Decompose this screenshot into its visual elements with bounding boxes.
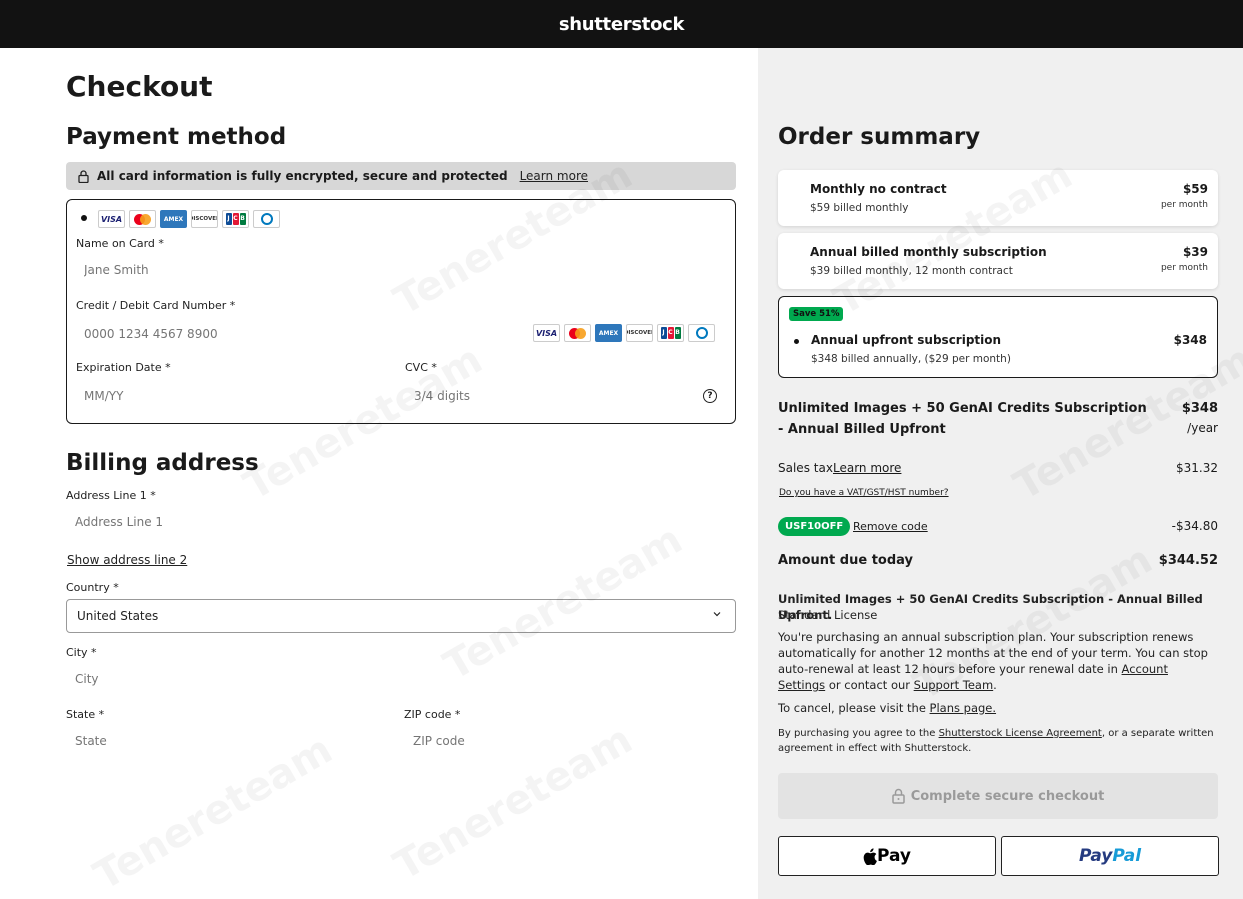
visa-icon: VISA (533, 324, 560, 342)
complete-checkout-button[interactable]: Complete secure checkout (778, 773, 1218, 819)
page-title: Checkout (66, 70, 213, 103)
diners-icon (688, 324, 715, 342)
plan-price: $348 (1173, 333, 1207, 347)
address-line-1-input[interactable] (75, 515, 475, 529)
shutterstock-logo[interactable]: shutterstock (559, 14, 685, 35)
apple-icon (863, 847, 877, 865)
cvc-help-icon[interactable]: ? (703, 389, 717, 403)
country-select[interactable]: United States (66, 599, 736, 633)
chevron-down-icon (713, 612, 721, 617)
plan-price-period: per month (1160, 200, 1208, 210)
support-team-link[interactable]: Support Team (914, 678, 994, 692)
contact-text: or contact our (828, 678, 910, 692)
diners-icon (253, 210, 280, 228)
billing-address-heading: Billing address (66, 450, 259, 476)
visa-icon: VISA (98, 210, 125, 228)
cancel-info: To cancel, please visit the Plans page. (778, 700, 1218, 716)
jcb-icon: JCB (222, 210, 249, 228)
order-summary-heading: Order summary (778, 124, 981, 150)
lock-icon (78, 169, 89, 183)
order-summary-panel: Order summary Monthly no contract $59 bi… (758, 48, 1243, 899)
sales-tax-value: $31.32 (1176, 461, 1218, 475)
coupon-code-badge: USF10OFF (778, 517, 851, 536)
plan-name: Annual billed monthly subscription (810, 245, 1047, 259)
zip-code-input[interactable] (413, 734, 663, 748)
cvc-input[interactable] (414, 389, 614, 403)
discover-icon: DISCOVER (191, 210, 218, 228)
plan-name: Annual upfront subscription (811, 333, 1002, 347)
discover-icon: DISCOVER (626, 324, 653, 342)
top-bar: shutterstock (0, 0, 1243, 48)
country-select-value: United States (77, 609, 159, 623)
security-notice: All card information is fully encrypted,… (66, 162, 736, 190)
sales-tax-label: Sales tax (778, 461, 833, 475)
plan-option-monthly[interactable]: Monthly no contract $59 billed monthly $… (778, 170, 1218, 226)
amex-icon: AMEX (160, 210, 187, 228)
checkout-panel: Checkout Payment method All card informa… (0, 48, 758, 899)
save-badge: Save 51% (789, 307, 844, 321)
product-name-line-1: Unlimited Images + 50 GenAI Credits Subs… (778, 401, 1147, 416)
plan-name: Monthly no contract (810, 182, 947, 196)
agreement-notice: By purchasing you agree to the Shutterst… (778, 726, 1218, 756)
jcb-icon: JCB (657, 324, 684, 342)
vat-number-link[interactable]: Do you have a VAT/GST/HST number? (779, 488, 949, 498)
expiration-date-label: Expiration Date * (76, 361, 171, 374)
apple-pay-label: Pay (876, 846, 912, 866)
terms-period: . (993, 678, 997, 692)
plan-option-annual-upfront[interactable]: Save 51% Annual upfront subscription $34… (778, 296, 1218, 378)
city-label: City * (66, 646, 97, 659)
show-address-line-2-link[interactable]: Show address line 2 (67, 553, 187, 567)
paypal-button[interactable]: PayPal (1001, 836, 1219, 876)
complete-checkout-label: Complete secure checkout (910, 788, 1105, 804)
mastercard-icon (129, 210, 156, 228)
cancel-text: To cancel, please visit the (778, 701, 926, 715)
plan-billing-detail: $59 billed monthly (810, 202, 909, 214)
plan-billing-detail: $39 billed monthly, 12 month contract (810, 265, 1013, 277)
state-input[interactable] (75, 734, 325, 748)
subscription-terms: You're purchasing an annual subscription… (778, 629, 1218, 693)
apple-pay-button[interactable]: Pay (778, 836, 996, 876)
state-label: State * (66, 708, 105, 721)
discount-value: -$34.80 (1171, 519, 1218, 533)
card-number-brand-logos: VISA AMEX DISCOVER JCB (533, 324, 715, 342)
plan-price: $39 (1182, 245, 1208, 259)
cvc-label: CVC * (405, 361, 437, 374)
card-payment-option[interactable]: VISA AMEX DISCOVER JCB Name on Card * Cr… (66, 199, 736, 424)
amount-due-label: Amount due today (778, 553, 913, 568)
license-agreement-link[interactable]: Shutterstock License Agreement (939, 728, 1102, 739)
card-radio-selected[interactable] (81, 215, 87, 221)
address-line-1-label: Address Line 1 * (66, 489, 156, 502)
city-input[interactable] (75, 672, 475, 686)
name-on-card-label: Name on Card * (76, 237, 164, 250)
plan-price: $59 (1182, 182, 1208, 196)
plan-option-annual-monthly[interactable]: Annual billed monthly subscription $39 b… (778, 233, 1218, 289)
plan-price-period: per month (1160, 263, 1208, 273)
security-notice-text: All card information is fully encrypted,… (97, 169, 508, 183)
remove-code-link[interactable]: Remove code (853, 520, 928, 533)
paypal-logo: PayPal (1078, 846, 1142, 866)
license-type: Standard License (778, 608, 878, 622)
card-brand-logos: VISA AMEX DISCOVER JCB (98, 210, 280, 228)
sales-tax-learn-more-link[interactable]: Learn more (833, 461, 901, 475)
plan-billing-detail: $348 billed annually, ($29 per month) (811, 353, 1011, 365)
plans-page-link[interactable]: Plans page. (930, 701, 997, 715)
product-price-period: /year (1187, 421, 1218, 435)
lock-icon (891, 788, 905, 804)
expiration-date-input[interactable] (84, 389, 284, 403)
card-number-label: Credit / Debit Card Number * (76, 299, 236, 312)
product-price: $348 (1181, 401, 1218, 416)
security-learn-more-link[interactable]: Learn more (520, 169, 588, 183)
agreement-text: By purchasing you agree to the (778, 728, 936, 739)
plan-radio-selected[interactable] (794, 339, 799, 344)
country-label: Country * (66, 581, 119, 594)
name-on-card-input[interactable] (84, 263, 384, 277)
product-name-line-2: - Annual Billed Upfront (778, 422, 946, 437)
card-number-input[interactable] (84, 327, 384, 341)
amex-icon: AMEX (595, 324, 622, 342)
mastercard-icon (564, 324, 591, 342)
zip-code-label: ZIP code * (404, 708, 461, 721)
payment-method-heading: Payment method (66, 124, 287, 150)
amount-due-value: $344.52 (1158, 553, 1218, 568)
